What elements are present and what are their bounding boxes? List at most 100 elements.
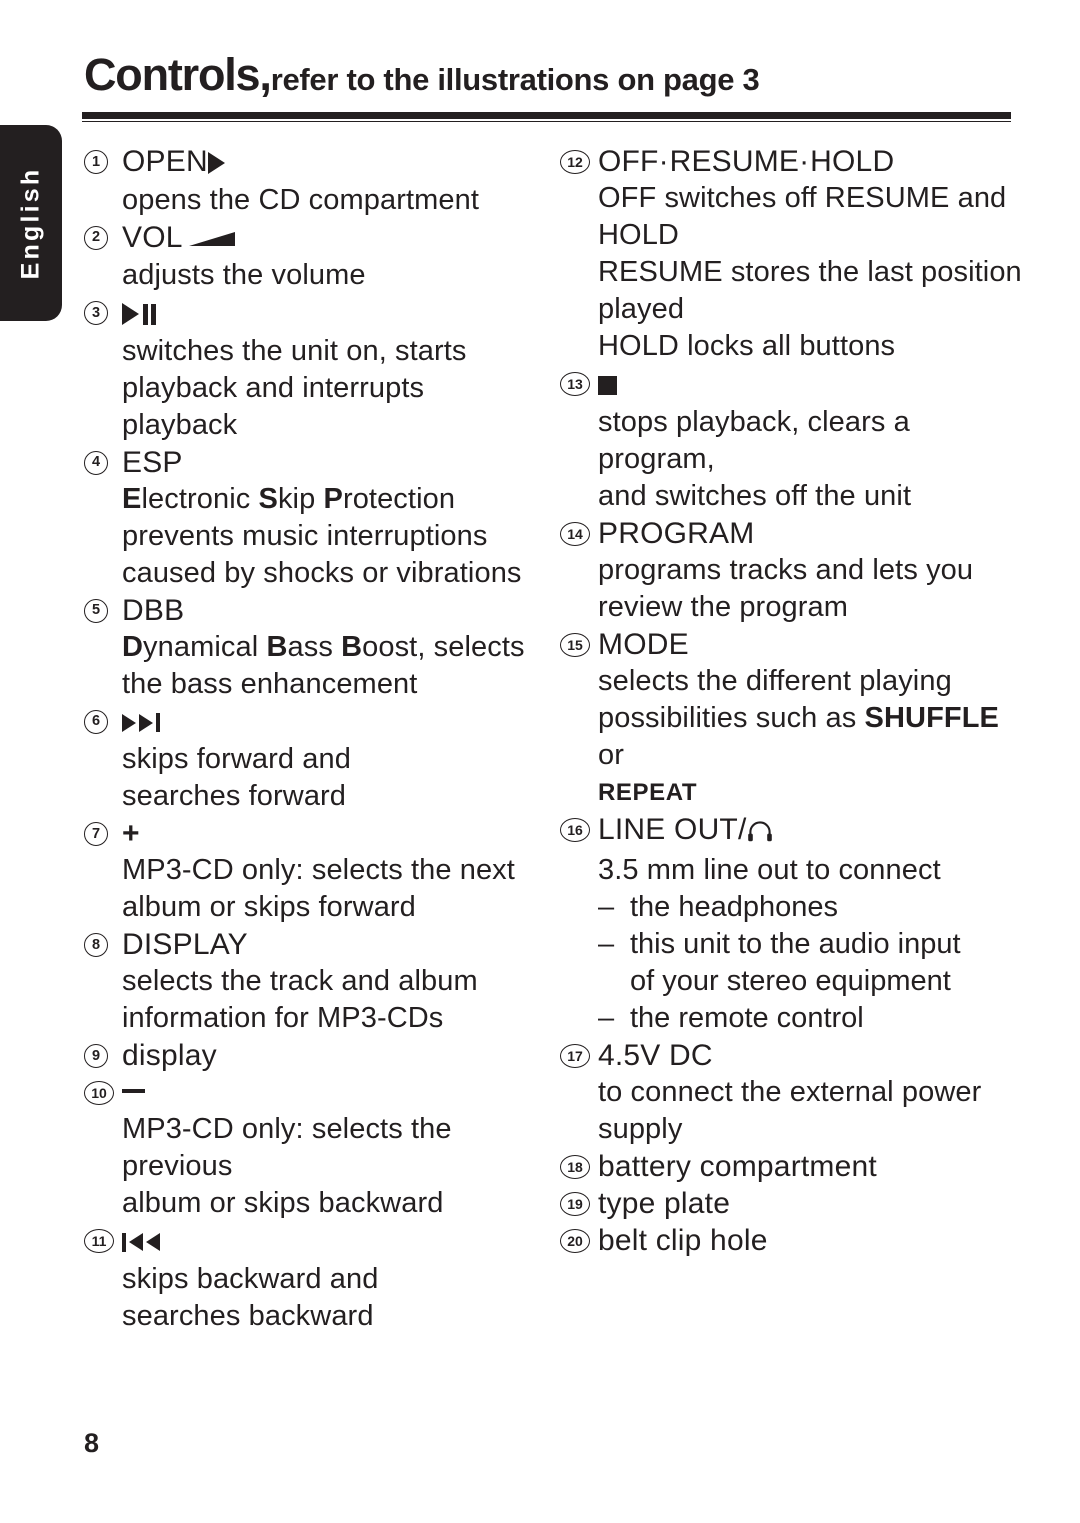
control-number: 6	[84, 709, 108, 734]
control-description-line: stops playback, clears a program,	[598, 405, 910, 475]
control-label	[122, 1222, 544, 1261]
control-entry: 1 OPEN opens the CD compartment	[84, 143, 544, 219]
control-sub-item-text: the remote control	[630, 1001, 864, 1034]
control-description-line: HOLD locks all buttons	[598, 330, 896, 362]
control-label: battery compartment	[598, 1149, 877, 1183]
control-description-line: Dynamical Bass Boost, selects	[122, 630, 525, 663]
control-entry: 4 ESP Electronic Skip Protection prevents m…	[84, 444, 544, 592]
control-label	[122, 703, 544, 742]
control-description-line: switches the unit on, starts	[122, 334, 467, 367]
control-entry: 10 MP3-CD only: selects the previous album…	[84, 1074, 544, 1222]
control-label: OPEN	[122, 143, 544, 182]
play-pause-icon	[122, 296, 156, 333]
headphones-icon	[747, 815, 773, 852]
control-label: OFF·RESUME·HOLD	[598, 145, 895, 178]
controls-list-right: 12 OFF·RESUME·HOLD OFF switches off RESUME…	[560, 143, 1030, 1259]
skip-forward-icon	[122, 704, 160, 741]
control-number: 14	[560, 521, 590, 546]
control-number-badge: 5	[84, 592, 122, 623]
language-tab-english: English	[0, 125, 62, 321]
control-entry: 16 LINE OUT/3.5 mm line out to connect – th…	[560, 811, 1030, 1037]
controls-list-left: 1 OPEN opens the CD compartment 2 VOL adjusts…	[84, 143, 544, 1335]
control-description-line: Electronic Skip Protection	[122, 482, 456, 515]
control-entry-head: 15 MODE	[560, 626, 1030, 663]
control-description-line: OFF switches off RESUME and	[598, 182, 1007, 214]
control-description-line: supply	[598, 1112, 683, 1145]
control-entry: 6 skips forward and searches forward	[84, 703, 544, 816]
control-number: 9	[84, 1044, 108, 1069]
control-sub-item: – this unit to the audio input	[598, 926, 1030, 963]
control-number-badge: 9	[84, 1037, 122, 1069]
stop-square-icon	[598, 367, 617, 404]
control-description-line: information for MP3-CDs	[122, 1002, 444, 1035]
control-entry: 18 battery compartment	[560, 1148, 1030, 1185]
control-entry-head: 2 VOL	[84, 219, 544, 258]
control-entry-head: 10	[84, 1074, 544, 1111]
control-entry-head: 12 OFF·RESUME·HOLD	[560, 143, 1030, 180]
control-entry-head: 19 type plate	[560, 1185, 1030, 1222]
control-number: 10	[84, 1081, 114, 1106]
control-number-badge: 13	[560, 365, 598, 396]
control-number: 5	[84, 598, 108, 623]
control-entry-head: 14 PROGRAM	[560, 515, 1030, 552]
control-entry: 17 4.5V DC to connect the external power su…	[560, 1037, 1030, 1148]
control-label: ESP	[122, 445, 183, 479]
control-number-badge: 2	[84, 219, 122, 250]
control-label: DBB	[122, 593, 185, 627]
control-entry-head: 7 +	[84, 815, 544, 852]
control-entry-head: 11	[84, 1222, 544, 1261]
dash-bullet-icon: –	[598, 1001, 615, 1034]
control-number-badge: 12	[560, 143, 598, 174]
control-entry-head: 8 DISPLAY	[84, 926, 544, 963]
control-sub-item: – the remote control	[598, 1000, 1030, 1037]
control-entry-head: 3	[84, 294, 544, 333]
control-number-badge: 19	[560, 1185, 598, 1216]
page-title-main: Controls,	[84, 49, 272, 100]
minus-icon	[122, 1089, 145, 1094]
control-entry: 5 DBB Dynamical Bass Boost, selects the bas…	[84, 592, 544, 703]
control-number-badge: 3	[84, 294, 122, 326]
control-description-line: caused by shocks or vibrations	[122, 556, 522, 589]
skip-backward-icon	[122, 1224, 160, 1261]
dash-bullet-icon: –	[598, 927, 615, 960]
page-number: 8	[84, 1428, 100, 1458]
dash-bullet-icon: –	[598, 890, 615, 923]
control-description-line: selects the different playing	[598, 664, 952, 697]
control-number-badge: 20	[560, 1222, 598, 1253]
control-label: belt clip hole	[598, 1223, 768, 1257]
control-sub-item-text: this unit to the audio input	[630, 927, 961, 960]
control-number-badge: 14	[560, 515, 598, 546]
control-number: 1	[84, 150, 108, 174]
control-entry: 11 skips backward and searches backward	[84, 1222, 544, 1335]
language-tab-label: English	[16, 166, 45, 280]
control-entry-head: 1 OPEN	[84, 143, 544, 182]
control-number: 2	[84, 225, 108, 250]
control-entry: 12 OFF·RESUME·HOLD OFF switches off RESUME…	[560, 143, 1030, 365]
control-description-line: adjusts the volume	[122, 259, 366, 292]
control-description-line: album or skips forward	[122, 891, 416, 924]
control-entry: 3 switches the unit on, starts playback an…	[84, 294, 544, 444]
control-label: display	[122, 1039, 217, 1073]
control-label: MODE	[598, 627, 689, 661]
control-description-line: the bass enhancement	[122, 667, 418, 700]
control-number: 11	[84, 1229, 114, 1254]
control-entry-head: 4 ESP	[84, 444, 544, 481]
control-entry-head: 16 LINE OUT/	[560, 811, 1030, 852]
control-number: 20	[560, 1228, 590, 1253]
control-entry: 13 stops playback, clears a program, and s…	[560, 365, 1030, 515]
control-description-line: possibilities such as SHUFFLE or	[598, 701, 999, 771]
control-description-line: review the program	[598, 590, 849, 623]
control-entry: 20 belt clip hole	[560, 1222, 1030, 1259]
control-number: 15	[560, 632, 590, 657]
control-description-line: and switches off the unit	[598, 479, 912, 512]
control-number: 7	[84, 822, 108, 847]
control-number: 12	[560, 150, 590, 174]
control-description-line: skips forward and	[122, 743, 351, 776]
control-description-line: opens the CD compartment	[122, 183, 480, 216]
control-description-line: MP3-CD only: selects the next	[122, 854, 515, 887]
control-entry: 14 PROGRAM programs tracks and lets you rev…	[560, 515, 1030, 626]
control-label: type plate	[598, 1186, 731, 1220]
plus-icon: +	[122, 817, 140, 851]
control-number-badge: 15	[560, 626, 598, 657]
control-description-line: album or skips backward	[122, 1187, 444, 1220]
